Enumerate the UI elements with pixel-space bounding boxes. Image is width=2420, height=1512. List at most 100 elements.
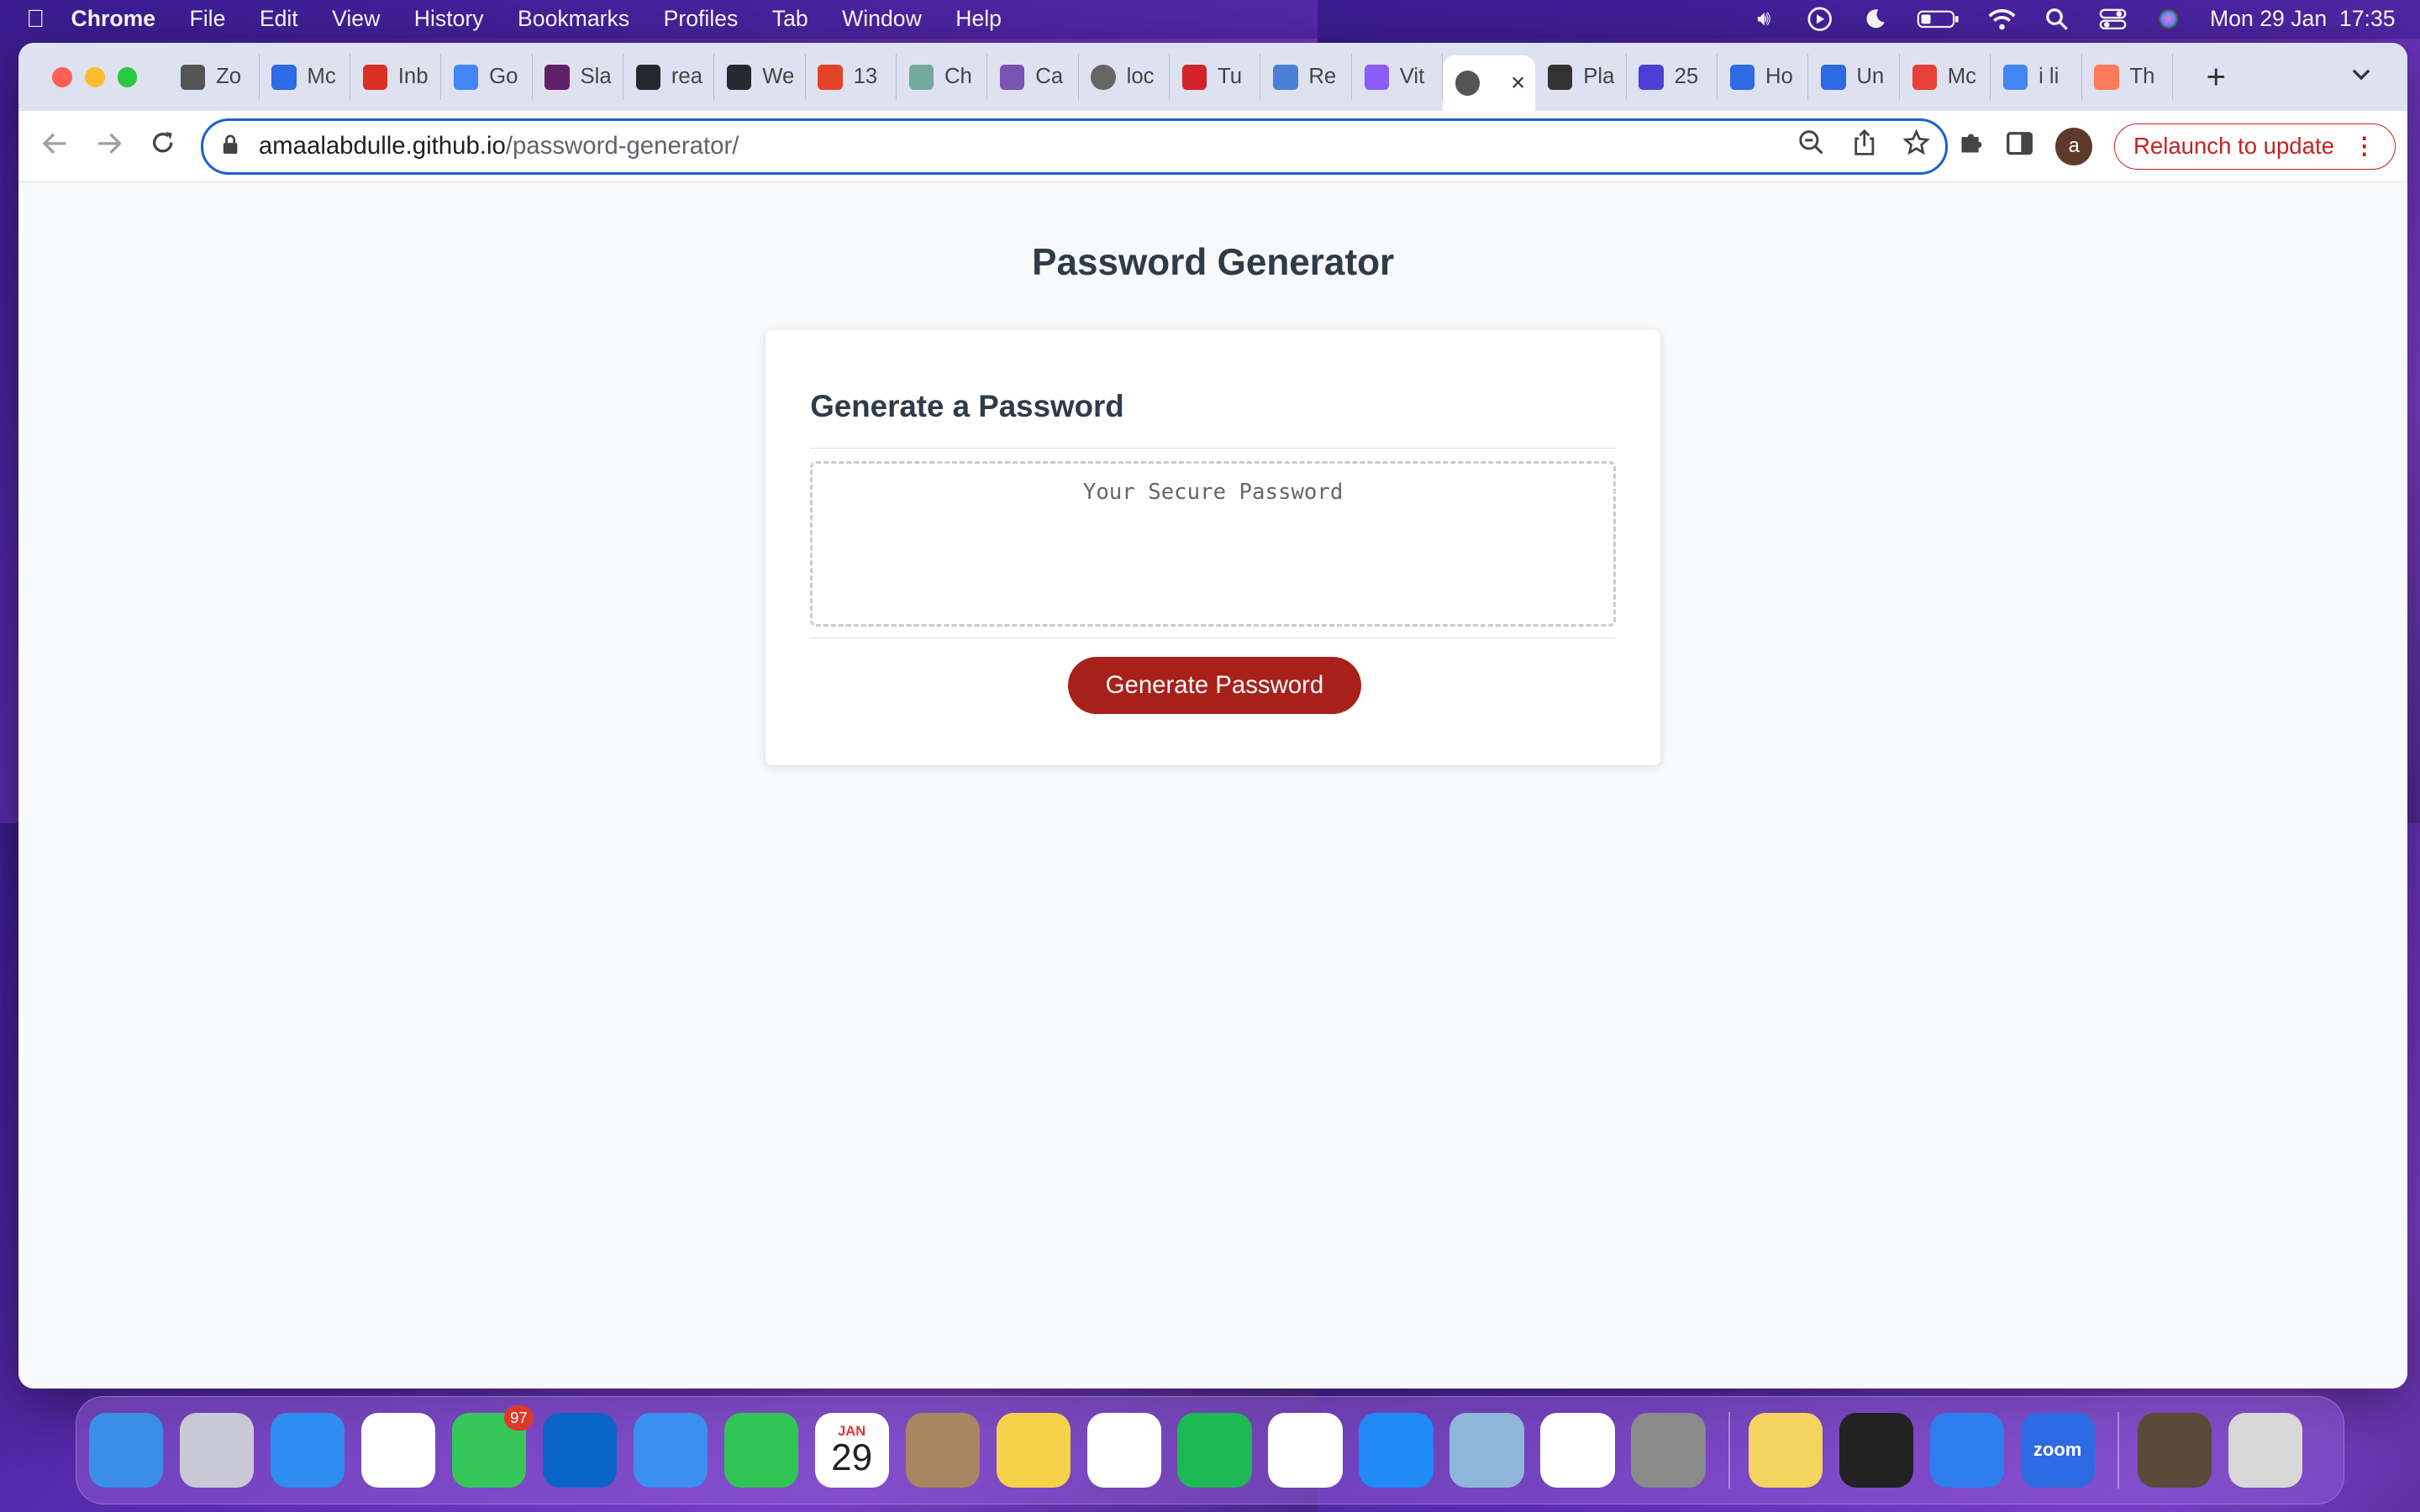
trash-icon[interactable] bbox=[2228, 1413, 2302, 1488]
freeform-icon[interactable] bbox=[1086, 1413, 1161, 1488]
chatgpt-icon bbox=[908, 65, 934, 90]
forward-arrow-icon[interactable] bbox=[82, 130, 135, 162]
dock-separator bbox=[1728, 1411, 1730, 1489]
play-icon[interactable] bbox=[1806, 7, 1833, 32]
m-icon bbox=[1912, 65, 1937, 90]
lock-icon[interactable] bbox=[222, 134, 244, 160]
contacts-icon[interactable] bbox=[905, 1413, 980, 1488]
browser-tab[interactable]: Mc bbox=[260, 54, 350, 101]
menu-window[interactable]: Window bbox=[842, 6, 922, 32]
messages-icon[interactable]: 97 bbox=[451, 1405, 534, 1488]
browser-tab[interactable]: i li bbox=[1991, 54, 2082, 101]
close-window-button[interactable] bbox=[52, 66, 73, 87]
stickies-icon[interactable] bbox=[1748, 1413, 1823, 1488]
browser-tab[interactable]: Pla bbox=[1535, 54, 1627, 101]
system-settings-icon[interactable] bbox=[1631, 1413, 1706, 1488]
menu-file[interactable]: File bbox=[190, 6, 226, 32]
launchpad-icon[interactable] bbox=[179, 1413, 254, 1488]
browser-tab[interactable]: Inb bbox=[350, 54, 442, 101]
menu-clock[interactable]: Mon 29 Jan 17:35 bbox=[2210, 6, 2396, 32]
preview-icon[interactable] bbox=[1449, 1413, 1524, 1488]
tab-label: Re bbox=[1308, 65, 1337, 89]
browser-tab[interactable]: Th bbox=[2082, 54, 2173, 101]
browser-tab[interactable]: Ho bbox=[1718, 54, 1809, 101]
url-path: /password-generator/ bbox=[505, 132, 739, 160]
browser-tab[interactable]: Ch bbox=[897, 54, 988, 101]
browser-tab[interactable]: loc bbox=[1079, 54, 1171, 101]
app-store-icon[interactable] bbox=[1359, 1413, 1434, 1488]
tabs-list: Zo Mc Inb Go Sla rea We 13 Ch Ca loc Tu Re Vit × Pla 25 H… bbox=[168, 43, 2173, 112]
apple-menu-icon[interactable]:  bbox=[0, 5, 71, 34]
menu-bookmarks[interactable]: Bookmarks bbox=[518, 6, 629, 32]
menu-edit[interactable]: Edit bbox=[260, 6, 298, 32]
zoom-out-icon[interactable] bbox=[1798, 129, 1824, 162]
downloads-stack-icon[interactable] bbox=[2137, 1413, 2212, 1488]
profile-avatar[interactable]: a bbox=[2055, 128, 2093, 165]
control-center-icon[interactable] bbox=[2099, 8, 2127, 30]
calendar-icon[interactable]: JAN 29 bbox=[814, 1413, 889, 1488]
wifi-icon[interactable] bbox=[1988, 8, 2016, 30]
browser-tab[interactable]: Re bbox=[1260, 54, 1352, 101]
siri-icon[interactable] bbox=[2154, 8, 2182, 30]
generate-password-button[interactable]: Generate Password bbox=[1067, 657, 1361, 715]
menu-view[interactable]: View bbox=[332, 6, 380, 32]
slack-icon bbox=[544, 65, 570, 90]
browser-window: Zo Mc Inb Go Sla rea We 13 Ch Ca loc Tu Re Vit × Pla 25 H… bbox=[18, 43, 2408, 1389]
finder-icon[interactable] bbox=[88, 1413, 163, 1488]
browser-tab[interactable]: Vit bbox=[1352, 54, 1444, 101]
browser-tab[interactable]: Ca bbox=[987, 54, 1079, 101]
browser-tab[interactable]: Tu bbox=[1170, 54, 1261, 101]
spotify-icon[interactable] bbox=[1177, 1413, 1252, 1488]
zoom-icon[interactable]: zoom bbox=[2020, 1413, 2095, 1488]
terminal-icon[interactable] bbox=[1839, 1413, 1913, 1488]
outlook-icon[interactable] bbox=[542, 1413, 617, 1488]
back-arrow-icon[interactable] bbox=[28, 130, 82, 162]
c-icon bbox=[1729, 65, 1755, 90]
battery-icon[interactable] bbox=[1917, 8, 1960, 30]
xcode-icon[interactable] bbox=[1929, 1413, 2004, 1488]
relaunch-to-update-button[interactable]: Relaunch to update ⋮ bbox=[2113, 123, 2396, 171]
github-icon bbox=[727, 65, 752, 90]
reload-icon[interactable] bbox=[136, 130, 190, 162]
browser-tab[interactable]: Zo bbox=[168, 54, 260, 101]
window-controls bbox=[52, 66, 138, 87]
menu-history[interactable]: History bbox=[414, 6, 484, 32]
new-tab-button[interactable]: + bbox=[2186, 57, 2247, 97]
password-output[interactable] bbox=[810, 461, 1616, 627]
menu-app-name[interactable]: Chrome bbox=[71, 6, 155, 32]
volume-icon[interactable]: 🔊︎ bbox=[1750, 7, 1778, 30]
tab-label: Tu bbox=[1218, 65, 1243, 89]
safari-icon[interactable] bbox=[270, 1413, 345, 1488]
minimize-window-button[interactable] bbox=[85, 66, 105, 87]
extensions-puzzle-icon[interactable] bbox=[1957, 129, 1985, 164]
mail-icon[interactable] bbox=[633, 1413, 708, 1488]
notes-icon[interactable] bbox=[996, 1413, 1071, 1488]
menu-help[interactable]: Help bbox=[955, 6, 1002, 32]
bookmark-star-icon[interactable] bbox=[1902, 129, 1931, 162]
tab-search-chevron-icon[interactable] bbox=[2352, 65, 2370, 87]
facetime-icon[interactable] bbox=[723, 1413, 798, 1488]
zoom-window-button[interactable] bbox=[117, 66, 138, 87]
spotlight-icon[interactable] bbox=[2044, 8, 2071, 31]
menu-tab[interactable]: Tab bbox=[772, 6, 808, 32]
side-panel-icon[interactable] bbox=[2006, 131, 2033, 162]
browser-tab[interactable]: Un bbox=[1808, 54, 1900, 101]
browser-tab[interactable]: Go bbox=[441, 54, 533, 101]
browser-tab[interactable]: 13 bbox=[806, 54, 897, 101]
browser-tab[interactable]: We bbox=[714, 54, 806, 101]
moon-icon[interactable] bbox=[1861, 8, 1889, 30]
browser-tab[interactable]: 25 bbox=[1627, 54, 1718, 101]
address-bar[interactable]: amaalabdulle.github.io/password-generato… bbox=[200, 118, 1948, 175]
share-icon[interactable] bbox=[1853, 129, 1876, 162]
tab-label: We bbox=[762, 65, 795, 89]
browser-tab[interactable]: Sla bbox=[533, 54, 623, 101]
close-tab-icon[interactable]: × bbox=[1511, 69, 1525, 97]
menu-profiles[interactable]: Profiles bbox=[664, 6, 739, 32]
vscode-icon[interactable] bbox=[1540, 1413, 1615, 1488]
url-text[interactable]: amaalabdulle.github.io/password-generato… bbox=[259, 132, 739, 160]
browser-tab[interactable]: × bbox=[1443, 55, 1536, 112]
browser-tab[interactable]: rea bbox=[623, 54, 715, 101]
news-icon[interactable] bbox=[1268, 1413, 1343, 1488]
chrome-icon[interactable] bbox=[360, 1413, 435, 1488]
browser-tab[interactable]: Mc bbox=[1900, 54, 1991, 101]
